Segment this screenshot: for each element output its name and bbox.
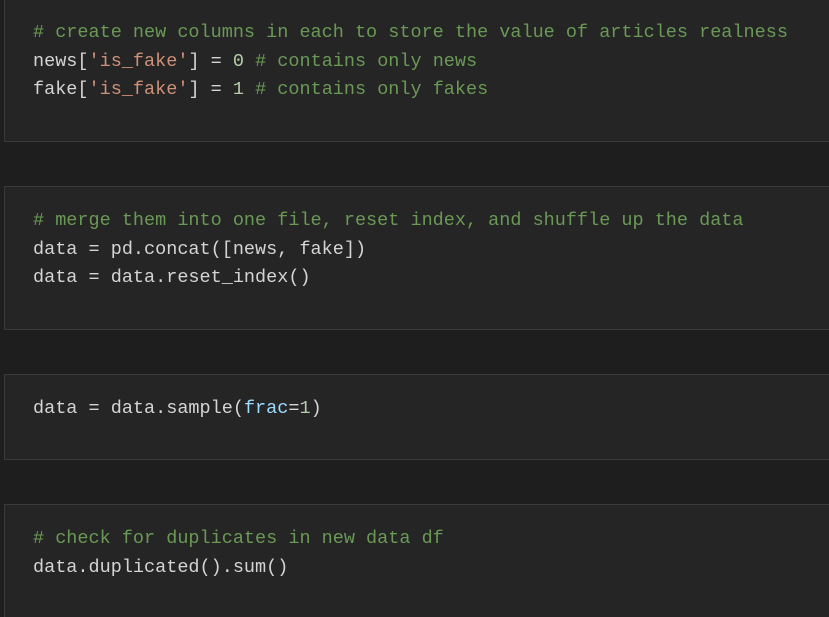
number-literal: 1 bbox=[232, 79, 244, 100]
comment: # contains only news bbox=[255, 50, 478, 72]
code-line: data.duplicated().sum() bbox=[33, 554, 444, 583]
code-line: fake['is_fake'] = 1 # contains only fake… bbox=[33, 76, 788, 105]
string-literal: 'is_fake' bbox=[88, 79, 189, 100]
code-text: news[ bbox=[33, 50, 89, 72]
comment: # merge them into one file, reset index,… bbox=[33, 210, 744, 231]
code-line: data = data.sample(frac=1) bbox=[33, 395, 322, 424]
code-cell-2[interactable]: # merge them into one file, reset index,… bbox=[4, 186, 829, 330]
code-line: # merge them into one file, reset index,… bbox=[33, 207, 744, 236]
code-line: # check for duplicates in new data df bbox=[33, 525, 444, 554]
string-literal: 'is_fake' bbox=[88, 50, 189, 72]
code-cell-4[interactable]: # check for duplicates in new data df dat… bbox=[4, 504, 829, 617]
code-text: data.duplicated().sum() bbox=[33, 556, 289, 578]
number-literal: 0 bbox=[232, 50, 244, 72]
code-text: ) bbox=[310, 398, 322, 419]
code-cell-3[interactable]: data = data.sample(frac=1) bbox=[4, 374, 829, 460]
code-editor[interactable]: data = data.sample(frac=1) bbox=[33, 395, 322, 424]
code-text: data = data.reset_index() bbox=[33, 267, 311, 288]
code-line: news['is_fake'] = 0 # contains only news bbox=[33, 48, 788, 77]
parameter-name: frac bbox=[243, 398, 289, 419]
code-editor[interactable]: # create new columns in each to store th… bbox=[33, 19, 788, 105]
code-editor[interactable]: # merge them into one file, reset index,… bbox=[33, 207, 744, 293]
code-text: = bbox=[288, 398, 300, 419]
number-literal: 1 bbox=[299, 398, 311, 419]
code-line: data = pd.concat([news, fake]) bbox=[33, 236, 744, 265]
comment: # contains only fakes bbox=[255, 79, 489, 100]
code-text: fake[ bbox=[33, 79, 89, 100]
comment: # check for duplicates in new data df bbox=[33, 528, 444, 549]
code-editor[interactable]: # check for duplicates in new data df dat… bbox=[33, 525, 444, 582]
comment: # create new columns in each to store th… bbox=[33, 22, 788, 43]
code-text: ] = bbox=[188, 50, 233, 72]
code-line: # create new columns in each to store th… bbox=[33, 19, 788, 48]
code-text: data = pd.concat([news, fake]) bbox=[33, 238, 367, 260]
code-line: data = data.reset_index() bbox=[33, 264, 744, 293]
code-text: data = data.sample( bbox=[33, 398, 244, 419]
code-cell-1[interactable]: # create new columns in each to store th… bbox=[4, 0, 829, 142]
code-text: ] = bbox=[188, 79, 233, 100]
